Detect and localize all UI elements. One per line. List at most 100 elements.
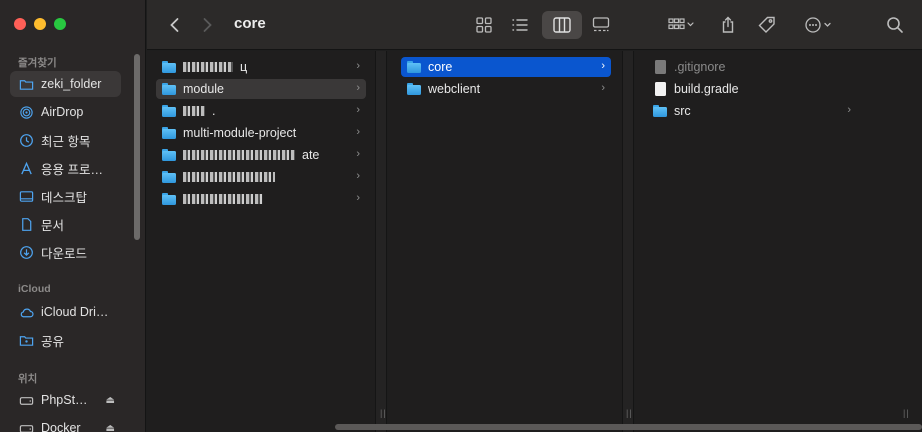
close-button[interactable] xyxy=(14,18,26,30)
share-icon xyxy=(722,16,734,33)
list-item[interactable]: . › xyxy=(156,101,366,121)
folder-icon xyxy=(162,83,176,95)
horizontal-scrollbar[interactable] xyxy=(335,424,922,430)
chevron-right-icon: › xyxy=(356,82,360,94)
sidebar-item-label: Docker xyxy=(41,421,81,432)
window-title: core xyxy=(234,15,266,32)
sidebar-item-applications[interactable]: 응용 프로… xyxy=(10,155,121,181)
list-item-src[interactable]: src › xyxy=(647,101,857,121)
sidebar-item-airdrop[interactable]: AirDrop xyxy=(10,99,121,125)
list-item-label: module xyxy=(183,82,224,96)
tag-button[interactable] xyxy=(754,12,780,38)
list-item-label: webclient xyxy=(428,82,481,96)
chevron-right-icon: › xyxy=(356,104,360,116)
search-button[interactable] xyxy=(882,12,908,38)
cloud-icon xyxy=(18,304,34,320)
sidebar-item-docker[interactable]: Docker ⏏ xyxy=(10,415,121,432)
share-button[interactable] xyxy=(715,12,741,38)
list-item-webclient[interactable]: webclient › xyxy=(401,79,611,99)
chevron-right-icon: › xyxy=(356,192,360,204)
sidebar-item-zeki-folder[interactable]: zeki_folder xyxy=(10,71,121,97)
folder-icon xyxy=(162,149,176,161)
column-resize-handle[interactable]: || xyxy=(903,408,910,418)
sidebar-item-label: zeki_folder xyxy=(41,77,102,91)
redacted-name xyxy=(183,106,205,116)
list-icon xyxy=(512,19,528,31)
list-item-multi-module-project[interactable]: multi-module-project › xyxy=(156,123,366,143)
sidebar-item-label: 다운로드 xyxy=(41,246,88,261)
file-icon xyxy=(655,82,666,96)
sidebar-item-label: 공유 xyxy=(41,334,65,349)
disk-icon xyxy=(18,420,34,432)
tag-icon xyxy=(758,16,775,33)
list-item-suffix: ц xyxy=(240,60,248,74)
redacted-name xyxy=(183,172,275,182)
sidebar-item-label: 데스크탑 xyxy=(41,190,88,205)
column-view-button[interactable] xyxy=(542,11,582,39)
gallery-icon xyxy=(592,17,610,32)
sidebar-item-label: AirDrop xyxy=(41,105,84,119)
sidebar-item-desktop[interactable]: 데스크탑 xyxy=(10,183,121,209)
sidebar-item-downloads[interactable]: 다운로드 xyxy=(10,239,121,265)
list-item-module[interactable]: module › xyxy=(156,79,366,99)
chevron-right-icon: › xyxy=(847,104,851,116)
grid-icon xyxy=(476,17,492,33)
list-item-core[interactable]: core › xyxy=(401,57,611,77)
search-icon xyxy=(887,17,903,33)
redacted-name xyxy=(183,62,233,72)
file-icon xyxy=(655,60,666,74)
minimize-button[interactable] xyxy=(34,18,46,30)
sidebar-item-phpstorm[interactable]: PhpSt… ⏏ xyxy=(10,387,121,413)
sidebar-item-icloud-drive[interactable]: iCloud Dri… xyxy=(10,299,121,325)
forward-button[interactable] xyxy=(195,13,219,37)
group-icon xyxy=(668,18,694,30)
list-item[interactable]: › xyxy=(156,189,366,209)
chevron-right-icon: › xyxy=(356,60,360,72)
list-item-label: src xyxy=(674,104,691,118)
list-item[interactable]: › xyxy=(156,167,366,187)
sidebar-item-recents[interactable]: 최근 항목 xyxy=(10,127,121,153)
eject-icon[interactable]: ⏏ xyxy=(106,423,115,432)
eject-icon[interactable]: ⏏ xyxy=(106,395,115,406)
folder-icon xyxy=(162,171,176,183)
locations-header: 위치 xyxy=(18,373,38,385)
icon-view-button[interactable] xyxy=(470,12,498,38)
chevron-right-icon: › xyxy=(356,170,360,182)
list-item-label: build.gradle xyxy=(674,82,739,96)
list-item[interactable]: ate › xyxy=(156,145,366,165)
list-item-build-gradle[interactable]: build.gradle xyxy=(647,79,857,99)
chevron-right-icon: › xyxy=(601,60,605,72)
list-item[interactable]: ц › xyxy=(156,57,366,77)
list-item-label: .gitignore xyxy=(674,60,726,74)
chevron-left-icon xyxy=(170,18,179,32)
sidebar-item-documents[interactable]: 문서 xyxy=(10,211,121,237)
desktop-icon xyxy=(18,188,34,204)
sidebar-item-shared[interactable]: 공유 xyxy=(10,327,121,353)
sidebar-scrollbar[interactable] xyxy=(134,54,140,240)
column-divider[interactable] xyxy=(375,51,387,432)
folder-icon xyxy=(162,127,176,139)
back-button[interactable] xyxy=(163,13,187,37)
list-item-suffix: ate xyxy=(302,148,320,162)
column-resize-handle[interactable]: || xyxy=(626,408,633,418)
gallery-view-button[interactable] xyxy=(587,12,615,38)
more-icon xyxy=(805,17,831,33)
list-view-button[interactable] xyxy=(506,12,534,38)
redacted-name xyxy=(183,194,263,204)
action-button[interactable] xyxy=(798,12,838,38)
zoom-button[interactable] xyxy=(54,18,66,30)
list-item-gitignore[interactable]: .gitignore xyxy=(647,57,857,77)
favorites-header: 즐겨찾기 xyxy=(18,57,57,69)
list-item-suffix: . xyxy=(212,104,216,118)
document-icon xyxy=(18,216,34,232)
group-button[interactable] xyxy=(661,12,701,38)
folder-icon xyxy=(653,105,667,117)
column-divider[interactable] xyxy=(622,51,634,432)
chevron-right-icon: › xyxy=(601,82,605,94)
sidebar-item-label: PhpSt… xyxy=(41,393,88,407)
column-resize-handle[interactable]: || xyxy=(380,408,387,418)
column-3: .gitignore build.gradle src › || xyxy=(635,51,922,432)
folder-icon xyxy=(407,61,421,73)
download-icon xyxy=(18,244,34,260)
sidebar-item-label: 문서 xyxy=(41,218,65,233)
